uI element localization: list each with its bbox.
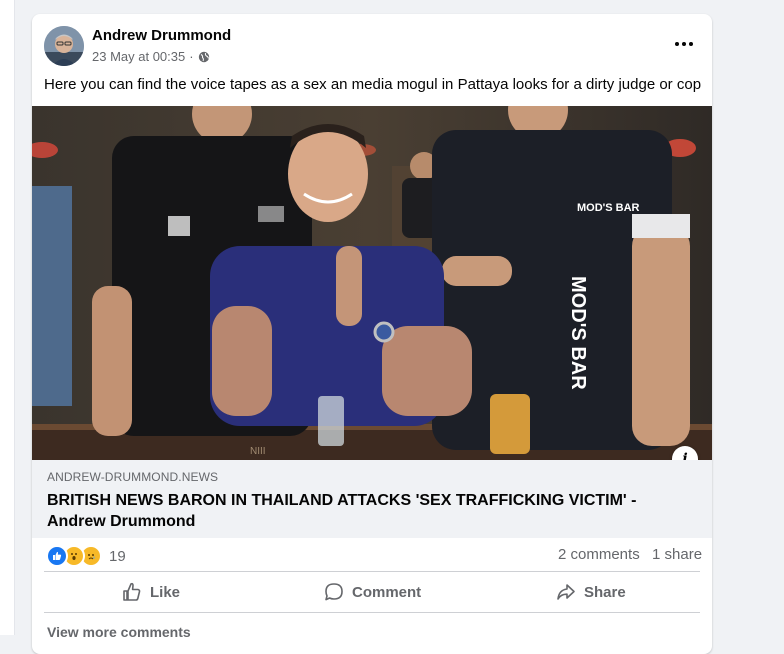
like-button[interactable]: Like	[122, 576, 180, 608]
view-more-comments-link[interactable]: View more comments	[47, 624, 191, 640]
more-options-icon[interactable]	[670, 34, 698, 54]
post-text: Here you can find the voice tapes as a s…	[44, 76, 702, 93]
thumbs-up-icon	[123, 582, 141, 601]
post-photo[interactable]: MOD'S BAR MOD'S BAR NIII i	[32, 106, 712, 460]
share-arrow-icon	[557, 584, 575, 600]
link-domain: ANDREW-DRUMMOND.NEWS	[47, 470, 219, 484]
divider-bottom	[44, 612, 700, 613]
comment-label: Comment	[352, 583, 422, 601]
shirt-text-vertical: MOD'S BAR	[567, 276, 589, 390]
share-count[interactable]: 1 share	[652, 546, 702, 563]
link-preview[interactable]: ANDREW-DRUMMOND.NEWS BRITISH NEWS BARON …	[32, 460, 712, 538]
reaction-stats: 19 2 comments 1 share	[32, 538, 712, 572]
meta-separator: ·	[189, 49, 194, 64]
like-icon	[46, 545, 68, 567]
like-label: Like	[150, 583, 181, 601]
action-bar: Like Comment Share	[32, 572, 712, 612]
share-label: Share	[584, 583, 626, 601]
shirt-text-top: MOD'S BAR	[577, 202, 640, 214]
author-avatar[interactable]	[44, 26, 84, 66]
author-name[interactable]: Andrew Drummond	[92, 27, 231, 44]
post-card: Andrew Drummond 23 May at 00:35 · Here y…	[32, 14, 712, 654]
globe-icon	[198, 51, 209, 62]
post-meta: 23 May at 00:35 ·	[92, 49, 210, 64]
photo-illustration: MOD'S BAR MOD'S BAR NIII	[32, 106, 712, 460]
share-button[interactable]: Share	[556, 576, 626, 608]
post-header: Andrew Drummond 23 May at 00:35 ·	[32, 14, 712, 74]
feed-left-edge	[0, 0, 15, 635]
reaction-count: 19	[109, 547, 126, 565]
post-timestamp[interactable]: 23 May at 00:35	[92, 49, 185, 64]
counter-text: NIII	[250, 446, 266, 457]
comments-count[interactable]: 2 comments	[558, 546, 640, 563]
link-title[interactable]: BRITISH NEWS BARON IN THAILAND ATTACKS '…	[47, 490, 667, 532]
reactions-summary[interactable]: 19	[46, 545, 126, 567]
comment-button[interactable]: Comment	[324, 576, 421, 608]
comment-icon	[325, 583, 343, 601]
